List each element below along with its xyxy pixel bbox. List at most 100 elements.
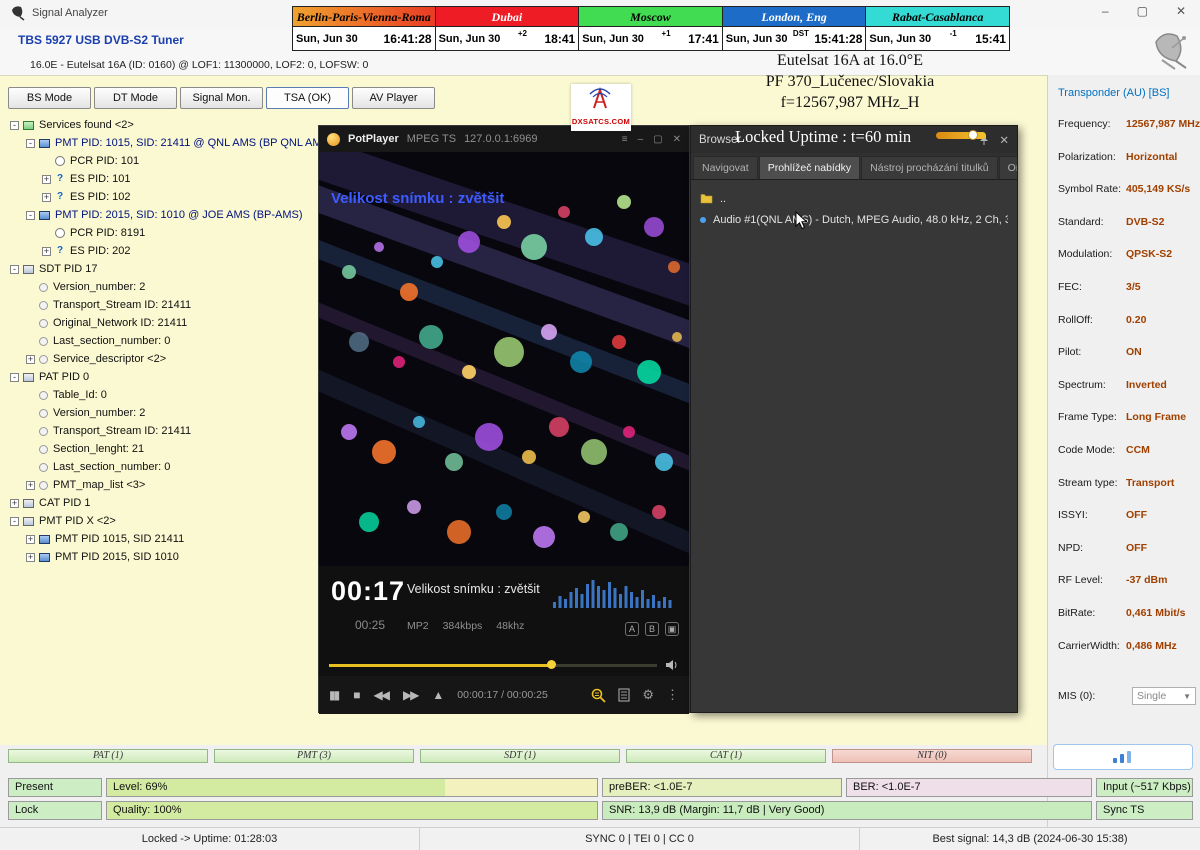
tree-expander[interactable]: - (10, 517, 19, 526)
tree-item[interactable]: + ES PID: 102 (10, 188, 318, 206)
tree-expander[interactable]: + (10, 499, 19, 508)
tree-expander[interactable] (26, 391, 35, 400)
snr-indicator: SNR: 13,9 dB (Margin: 11,7 dB | Very Goo… (602, 801, 1092, 820)
tree-expander[interactable]: - (10, 265, 19, 274)
playlist-icon[interactable] (618, 688, 630, 702)
ab-repeat-a-icon[interactable]: A (625, 622, 639, 636)
tree-expander[interactable]: - (10, 121, 19, 130)
tree-item[interactable]: + PMT PID 2015, SID 1010 (10, 548, 318, 566)
tree-expander[interactable] (26, 445, 35, 454)
tree-expander[interactable]: - (26, 211, 35, 220)
tree-expander[interactable]: + (26, 535, 35, 544)
seek-knob[interactable] (547, 660, 556, 669)
tree-expander[interactable] (26, 319, 35, 328)
tree-expander[interactable]: + (42, 247, 51, 256)
browser-tab[interactable]: Nástroj procházání titulků (861, 156, 997, 179)
player-close-icon[interactable]: ✕ (673, 134, 681, 145)
mode-tab[interactable]: Signal Mon. (180, 87, 263, 109)
volume-icon[interactable] (665, 659, 679, 671)
more-options-icon[interactable]: ⋮ (666, 687, 679, 703)
seek-bar[interactable] (319, 654, 689, 676)
tree-expander[interactable]: + (42, 193, 51, 202)
tree-item[interactable]: + ES PID: 202 (10, 242, 318, 260)
next-button[interactable]: ▶▶ (403, 688, 417, 702)
player-maximize-icon[interactable]: ▢ (653, 134, 662, 145)
player-menu-icon[interactable]: ≡ (622, 134, 628, 145)
clock-offset: -1 (933, 27, 973, 38)
transponder-value: -37 dBm (1126, 574, 1196, 586)
tree-item[interactable]: - PAT PID 0 (10, 368, 318, 386)
tree-expander[interactable] (26, 409, 35, 418)
tree-expander[interactable]: + (42, 175, 51, 184)
tree-item[interactable]: + PMT PID 1015, SID 21411 (10, 530, 318, 548)
tree-expander[interactable] (26, 337, 35, 346)
eject-button[interactable]: ▲ (432, 688, 442, 702)
tree-expander[interactable] (26, 463, 35, 472)
previous-button[interactable]: ◀◀ (373, 688, 387, 702)
browser-tab[interactable]: Navigovat (693, 156, 758, 179)
tree-item[interactable]: - SDT PID 17 (10, 260, 318, 278)
tree-expander[interactable]: - (26, 139, 35, 148)
tree-item[interactable]: - PMT PID: 2015, SID: 1010 @ JOE AMS (BP… (10, 206, 318, 224)
tree-expander[interactable]: + (26, 355, 35, 364)
tree-expander[interactable] (42, 229, 51, 238)
clock-city: Berlin-Paris-Vienna-Roma (293, 7, 435, 27)
tree-expander[interactable] (42, 157, 51, 166)
tree-expander[interactable]: + (26, 553, 35, 562)
tree-item[interactable]: + ES PID: 101 (10, 170, 318, 188)
tree-item[interactable]: - PMT PID: 1015, SID: 21411 @ QNL AMS (B… (10, 134, 318, 152)
screen-capture-icon[interactable]: ▣ (665, 622, 679, 636)
video-area[interactable]: Velikost snímku : zvětšit (319, 152, 689, 566)
tree-item[interactable]: + CAT PID 1 (10, 494, 318, 512)
browser-tab[interactable]: Online (999, 156, 1017, 179)
potplayer-titlebar[interactable]: PotPlayer MPEG TS 127.0.0.1:6969 ≡ – ▢ ✕ (319, 126, 689, 152)
signal-meter-box[interactable] (1053, 744, 1193, 770)
tree-item[interactable]: - PMT PID X <2> (10, 512, 318, 530)
player-minimize-icon[interactable]: – (638, 134, 644, 145)
tree-item[interactable]: Last_section_number: 0 (10, 332, 318, 350)
browser-tab[interactable]: Prohlížeč nabídky (759, 156, 860, 179)
tree-item[interactable]: Version_number: 2 (10, 278, 318, 296)
tree-item[interactable]: + PMT_map_list <3> (10, 476, 318, 494)
maximize-button[interactable]: ▢ (1137, 4, 1148, 18)
browser-close-icon[interactable]: ✕ (999, 133, 1009, 147)
mode-tab[interactable]: BS Mode (8, 87, 91, 109)
parent-folder-row[interactable]: .. (700, 188, 1008, 209)
tree-item[interactable]: Transport_Stream ID: 21411 (10, 296, 318, 314)
window-title: Signal Analyzer (32, 7, 108, 19)
statusbar: Locked -> Uptime: 01:28:03 SYNC 0 | TEI … (0, 827, 1200, 850)
tree-item[interactable]: PCR PID: 8191 (10, 224, 318, 242)
tree-item[interactable]: PCR PID: 101 (10, 152, 318, 170)
tree-item[interactable]: + Service_descriptor <2> (10, 350, 318, 368)
tree-item[interactable]: Table_Id: 0 (10, 386, 318, 404)
minimize-button[interactable]: – (1102, 4, 1109, 18)
tree-item[interactable]: Version_number: 2 (10, 404, 318, 422)
seek-track[interactable] (329, 664, 657, 667)
video-frame (319, 152, 689, 566)
clock-time-row: Sun, Jun 30 16:41:28 (293, 27, 435, 50)
tree-expander[interactable] (26, 427, 35, 436)
tree-expander[interactable] (26, 283, 35, 292)
mode-tab[interactable]: DT Mode (94, 87, 177, 109)
close-button[interactable]: ✕ (1176, 4, 1186, 18)
transponder-label: BitRate: (1058, 607, 1126, 619)
audio-track-item[interactable]: Audio #1(QNL AMS) - Dutch, MPEG Audio, 4… (700, 209, 1008, 230)
tree-item[interactable]: Original_Network ID: 21411 (10, 314, 318, 332)
tree-item[interactable]: Transport_Stream ID: 21411 (10, 422, 318, 440)
tree-item[interactable]: - Services found <2> (10, 116, 318, 134)
settings-gear-icon[interactable]: ⚙ (642, 687, 654, 703)
mode-tab[interactable]: TSA (OK) (266, 87, 349, 109)
tree-item[interactable]: Section_lenght: 21 (10, 440, 318, 458)
tree-expander[interactable]: + (26, 481, 35, 490)
stop-button[interactable]: ■ (353, 688, 358, 702)
pause-button[interactable]: ▮▮ (329, 688, 338, 702)
tree-expander[interactable] (26, 301, 35, 310)
tree-expander[interactable]: - (10, 373, 19, 382)
tree-item-icon (39, 337, 48, 346)
browser-search-icon[interactable] (591, 688, 606, 703)
transponder-value: OFF (1126, 542, 1196, 554)
ab-repeat-b-icon[interactable]: B (645, 622, 659, 636)
mode-tab[interactable]: AV Player (352, 87, 435, 109)
tree-item[interactable]: Last_section_number: 0 (10, 458, 318, 476)
mis-select[interactable]: Single ▼ (1132, 687, 1196, 705)
